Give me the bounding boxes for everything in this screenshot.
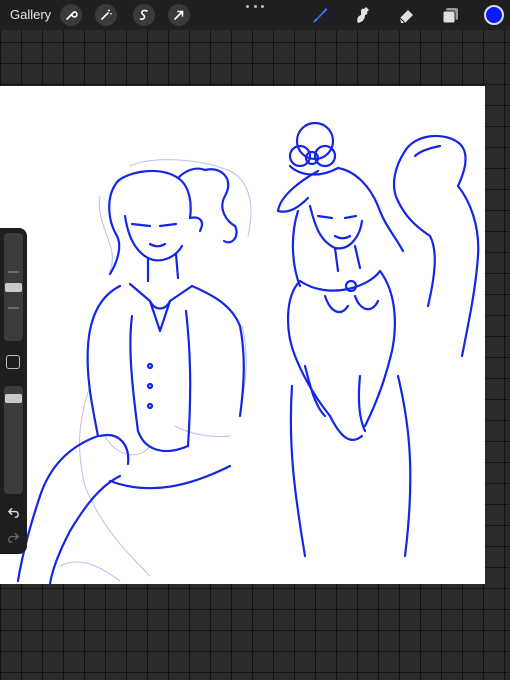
opacity-slider[interactable] — [4, 386, 23, 494]
drawing-canvas[interactable] — [0, 86, 485, 584]
transform-arrow-icon[interactable] — [168, 4, 190, 26]
slider-tick — [8, 271, 19, 273]
layers-icon[interactable] — [439, 3, 463, 27]
smudge-icon[interactable] — [351, 3, 375, 27]
selection-icon[interactable] — [133, 4, 155, 26]
top-toolbar: Gallery — [0, 0, 510, 30]
gallery-button[interactable]: Gallery — [10, 7, 51, 22]
eraser-icon[interactable] — [395, 3, 419, 27]
modify-button[interactable] — [6, 355, 20, 369]
color-picker-swatch[interactable] — [484, 5, 504, 25]
slider-tick — [8, 307, 19, 309]
brush-sidebar — [0, 228, 27, 554]
brush-size-thumb[interactable] — [5, 283, 22, 292]
brush-size-slider[interactable] — [4, 233, 23, 341]
opacity-thumb[interactable] — [5, 394, 22, 403]
redo-icon[interactable] — [5, 529, 22, 546]
undo-icon[interactable] — [5, 504, 22, 521]
magic-wand-icon[interactable] — [95, 4, 117, 26]
sketch-artwork — [16, 121, 480, 584]
wrench-icon[interactable] — [60, 4, 82, 26]
more-options-icon[interactable] — [246, 2, 264, 10]
brush-icon[interactable] — [308, 3, 332, 27]
